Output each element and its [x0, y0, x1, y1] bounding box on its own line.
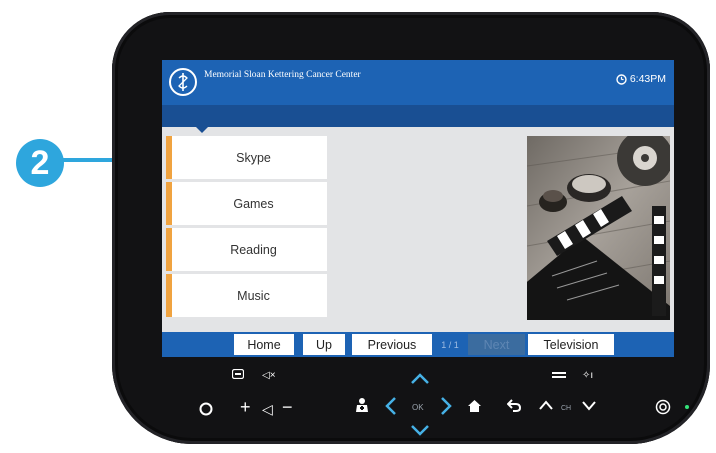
- up-button[interactable]: Up: [303, 334, 345, 355]
- status-led: [685, 405, 689, 409]
- home-button[interactable]: Home: [234, 334, 294, 355]
- caption-icon[interactable]: [232, 369, 244, 379]
- settings-icon[interactable]: [655, 399, 671, 415]
- callout-badge: 2: [16, 139, 64, 187]
- power-icon[interactable]: [199, 402, 213, 416]
- activity-menu: Skype Games Reading Music: [166, 136, 327, 320]
- page-indicator: 1 / 1: [441, 339, 459, 350]
- arrow-right-icon[interactable]: [440, 396, 452, 416]
- television-button[interactable]: Television: [528, 334, 614, 355]
- previous-button[interactable]: Previous: [352, 334, 432, 355]
- channel-label: CH: [561, 405, 572, 412]
- next-button[interactable]: Next: [468, 334, 525, 355]
- nurse-call-icon[interactable]: [355, 397, 369, 413]
- organization-name: Memorial Sloan Kettering Cancer Center: [204, 70, 361, 80]
- menu-item-skype[interactable]: Skype: [166, 136, 327, 179]
- back-icon[interactable]: [507, 399, 521, 412]
- clock-time: 6:43PM: [629, 73, 666, 85]
- arrow-down-icon[interactable]: [410, 424, 430, 436]
- ok-button[interactable]: OK: [412, 401, 424, 415]
- volume-up-icon[interactable]: +: [240, 398, 251, 416]
- header-bar: Memorial Sloan Kettering Cancer Center 6…: [162, 60, 674, 105]
- volume-down-icon[interactable]: −: [282, 398, 293, 416]
- selection-caret-icon: [195, 126, 209, 133]
- channel-up-icon[interactable]: [538, 400, 554, 411]
- clock-icon: [616, 73, 627, 85]
- channel-down-icon[interactable]: [581, 400, 597, 411]
- arrow-left-icon[interactable]: [385, 396, 397, 416]
- logo-icon: [169, 68, 197, 96]
- menu-item-music[interactable]: Music: [166, 274, 327, 317]
- movie-photo: [527, 136, 670, 320]
- home-icon[interactable]: [468, 400, 481, 412]
- menu-icon[interactable]: [552, 372, 566, 381]
- menu-item-reading[interactable]: Reading: [166, 228, 327, 271]
- mute-icon[interactable]: ◁×: [262, 369, 276, 383]
- menu-item-games[interactable]: Games: [166, 182, 327, 225]
- settings-small-icon[interactable]: ✧ı: [582, 369, 593, 383]
- callout-number: 2: [30, 143, 50, 182]
- volume-speaker-icon: ◁: [262, 401, 273, 417]
- clock: 6:43PM: [616, 73, 666, 85]
- screen: Memorial Sloan Kettering Cancer Center 6…: [162, 60, 674, 357]
- sub-header-bar: [162, 105, 674, 127]
- arrow-up-icon[interactable]: [410, 373, 430, 385]
